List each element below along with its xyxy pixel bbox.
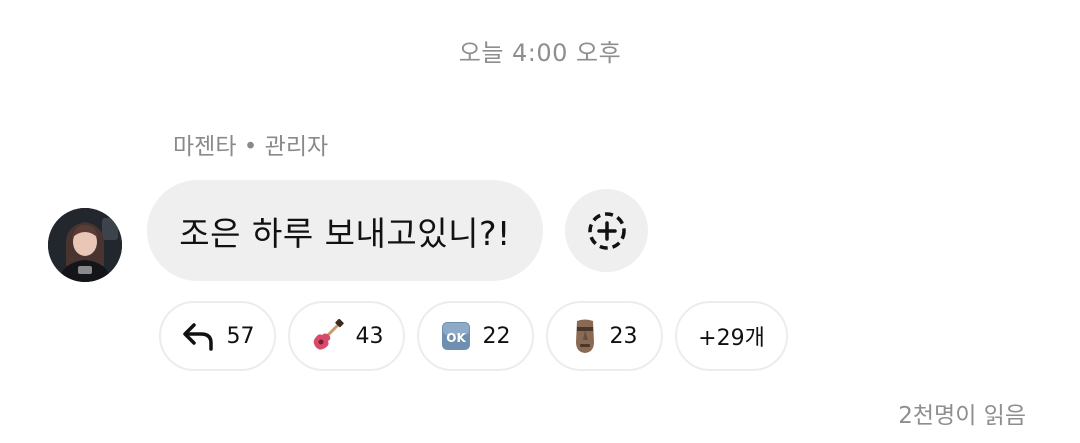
reaction-bar: 57 43 OK 22 23 +29개: [159, 301, 788, 371]
message-text: 조은 하루 보내고있니?!: [179, 213, 511, 253]
reaction-count: 57: [226, 323, 255, 349]
ok-button-emoji-icon: OK: [441, 321, 471, 351]
moai-reaction-chip[interactable]: 23: [546, 301, 663, 371]
seen-count: 2천명이 읽음: [898, 403, 1026, 429]
profile-photo: [48, 208, 122, 282]
more-reactions-button[interactable]: +29개: [675, 301, 788, 371]
reaction-count: 22: [482, 323, 511, 349]
reply-reaction-chip[interactable]: 57: [159, 301, 276, 371]
more-reactions-label: +29개: [698, 326, 765, 351]
add-reaction-button[interactable]: [565, 189, 648, 272]
moai-emoji-icon: [572, 318, 598, 354]
guitar-reaction-chip[interactable]: 43: [288, 301, 405, 371]
avatar[interactable]: [48, 208, 122, 282]
guitar-emoji-icon: [310, 319, 344, 353]
ok-reaction-chip[interactable]: OK 22: [417, 301, 534, 371]
reaction-count: 23: [609, 323, 638, 349]
reply-arrow-icon: [181, 321, 215, 351]
message-timestamp: 오늘 4:00 오후: [458, 39, 622, 67]
message-bubble[interactable]: 조은 하루 보내고있니?!: [147, 180, 543, 281]
add-reaction-icon: [587, 211, 626, 250]
sender-name: 마젠타 • 관리자: [173, 134, 329, 160]
svg-text:OK: OK: [446, 331, 466, 345]
reaction-count: 43: [355, 323, 384, 349]
